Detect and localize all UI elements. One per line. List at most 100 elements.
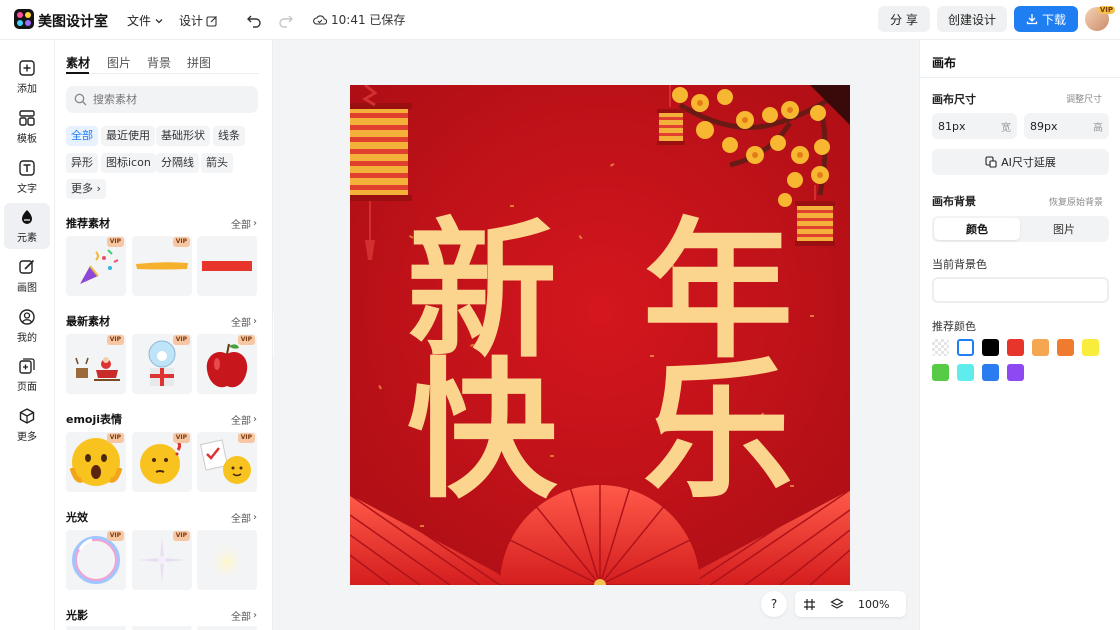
swatch-transparent[interactable] — [932, 339, 949, 356]
seg-image[interactable]: 图片 — [1021, 218, 1107, 240]
asset-confetti-popper[interactable]: VIP — [66, 236, 126, 296]
rail-item-text[interactable]: 文字 — [4, 155, 50, 199]
section-all-label: 全部 — [231, 220, 251, 231]
section-all-link[interactable]: 全部 › — [231, 510, 257, 525]
asset-thinking-emoji[interactable]: VIP — [132, 432, 192, 492]
seg-color[interactable]: 颜色 — [934, 218, 1020, 240]
rail-item-template[interactable]: 模板 — [4, 105, 50, 149]
asset-sparkle-star[interactable]: VIP — [132, 530, 192, 590]
filter-irregular[interactable]: 异形 — [66, 153, 98, 173]
asset-red-bar[interactable] — [197, 236, 257, 296]
swatch-cyan[interactable] — [957, 364, 974, 381]
vip-badge: VIP — [237, 433, 255, 443]
asset-placeholder[interactable] — [66, 626, 126, 630]
help-button[interactable]: ? — [761, 591, 787, 617]
rail-item-page[interactable]: 页面 — [4, 353, 50, 397]
swatch-black[interactable] — [982, 339, 999, 356]
section-all-label: 全部 — [231, 318, 251, 329]
avatar[interactable]: VIP — [1085, 6, 1115, 31]
canvas-size-label: 画布尺寸 — [932, 93, 976, 106]
asset-checklist-emoji[interactable]: VIP — [197, 432, 257, 492]
create-design-label: 创建设计 — [947, 12, 996, 27]
section-all-link[interactable]: 全部 › — [231, 608, 257, 623]
asset-placeholder[interactable] — [197, 626, 257, 630]
tab-divider — [66, 73, 259, 74]
tab-backgrounds[interactable]: 背景 — [147, 54, 171, 71]
bg-type-toggle: 颜色 图片 — [932, 216, 1109, 242]
filter-recent[interactable]: 最近使用 — [101, 126, 155, 146]
redo-icon[interactable] — [276, 10, 296, 30]
section-all-label: 全部 — [231, 514, 251, 525]
height-field[interactable]: 89px 高 — [1024, 113, 1109, 139]
grid-icon[interactable] — [803, 598, 816, 611]
tab-images[interactable]: 图片 — [107, 54, 131, 71]
section-all-link[interactable]: 全部 › — [231, 216, 257, 231]
design-canvas[interactable]: 新 年 快 乐 — [350, 85, 850, 585]
swatch-white[interactable] — [957, 339, 974, 356]
layers-icon[interactable] — [830, 597, 844, 611]
asset-placeholder[interactable] — [132, 626, 192, 630]
height-value: 89px — [1030, 119, 1058, 133]
asset-santa-sleigh[interactable]: VIP — [66, 334, 126, 394]
user-icon — [19, 309, 35, 325]
menu-file[interactable]: 文件 — [127, 12, 164, 29]
menu-design[interactable]: 设计 — [179, 12, 218, 29]
section-all-link[interactable]: 全部 › — [231, 412, 257, 427]
width-unit: 宽 — [1001, 122, 1011, 134]
asset-yellow-brush[interactable]: VIP — [132, 236, 192, 296]
filter-all[interactable]: 全部 — [66, 126, 98, 146]
share-button[interactable]: 分 享 — [878, 6, 930, 32]
ai-extend-button[interactable]: AI尺寸延展 — [932, 149, 1109, 175]
asset-snow-globe[interactable]: VIP — [132, 334, 192, 394]
undo-icon[interactable] — [244, 10, 264, 30]
download-button[interactable]: 下载 — [1014, 6, 1078, 32]
swatch-yellow[interactable] — [1082, 339, 1099, 356]
search-input[interactable] — [93, 93, 243, 106]
rail-label: 我的 — [17, 333, 37, 344]
poster-char-le[interactable]: 乐 — [643, 343, 793, 519]
asset-soft-glow[interactable] — [197, 530, 257, 590]
swatch-red[interactable] — [1007, 339, 1024, 356]
filter-more[interactable]: 更多 › — [66, 179, 106, 199]
filter-dividers[interactable]: 分隔线 — [156, 153, 199, 173]
save-status: 10:41 已保存 — [313, 11, 405, 28]
tab-materials[interactable]: 素材 — [66, 54, 90, 71]
swatch-green[interactable] — [932, 364, 949, 381]
asset-shocked-emoji[interactable]: VIP — [66, 432, 126, 492]
resize-link[interactable]: 调整尺寸 — [1066, 92, 1102, 105]
search-box[interactable] — [66, 86, 258, 113]
swatch-orange[interactable] — [1057, 339, 1074, 356]
asset-bubble-ring[interactable]: VIP — [66, 530, 126, 590]
restore-bg-link[interactable]: 恢复原始背景 — [1049, 195, 1103, 208]
filter-basic-shapes[interactable]: 基础形状 — [156, 126, 210, 146]
tab-collage[interactable]: 拼图 — [187, 54, 211, 71]
rail-item-add[interactable]: 添加 — [4, 55, 50, 99]
zoom-level[interactable]: 100% — [858, 598, 889, 611]
swatch-purple[interactable] — [1007, 364, 1024, 381]
app-name: 美图设计室 — [38, 14, 108, 30]
chevron-down-icon — [155, 18, 163, 23]
section-title-latest: 最新素材 — [66, 315, 110, 328]
rail-item-mine[interactable]: 我的 — [4, 304, 50, 348]
rail-item-draw[interactable]: 画图 — [4, 254, 50, 298]
filter-icons[interactable]: 图标icon — [101, 153, 156, 173]
width-field[interactable]: 81px 宽 — [932, 113, 1017, 139]
section-all-link[interactable]: 全部 › — [231, 314, 257, 329]
poster-char-kuai[interactable]: 快 — [407, 343, 558, 519]
create-design-button[interactable]: 创建设计 — [937, 6, 1007, 32]
red-bar-icon — [202, 261, 252, 271]
rail-item-more[interactable]: 更多 — [4, 403, 50, 447]
rail-item-elements[interactable]: 元素 — [4, 203, 50, 249]
rail-label: 更多 — [17, 432, 37, 443]
left-rail: 添加 模板 文字 元素 画图 我的 页面 更多 — [0, 40, 55, 630]
filter-lines[interactable]: 线条 — [213, 126, 245, 146]
rail-label: 添加 — [17, 84, 37, 95]
swatch-light-orange[interactable] — [1032, 339, 1049, 356]
section-all-label: 全部 — [231, 416, 251, 427]
asset-red-apple[interactable]: VIP — [197, 334, 257, 394]
filter-arrows[interactable]: 箭头 — [201, 153, 233, 173]
swatch-blue[interactable] — [982, 364, 999, 381]
app-logo-icon[interactable] — [14, 9, 34, 29]
current-bg-color-field[interactable] — [932, 277, 1109, 303]
help-label: ? — [770, 597, 778, 611]
